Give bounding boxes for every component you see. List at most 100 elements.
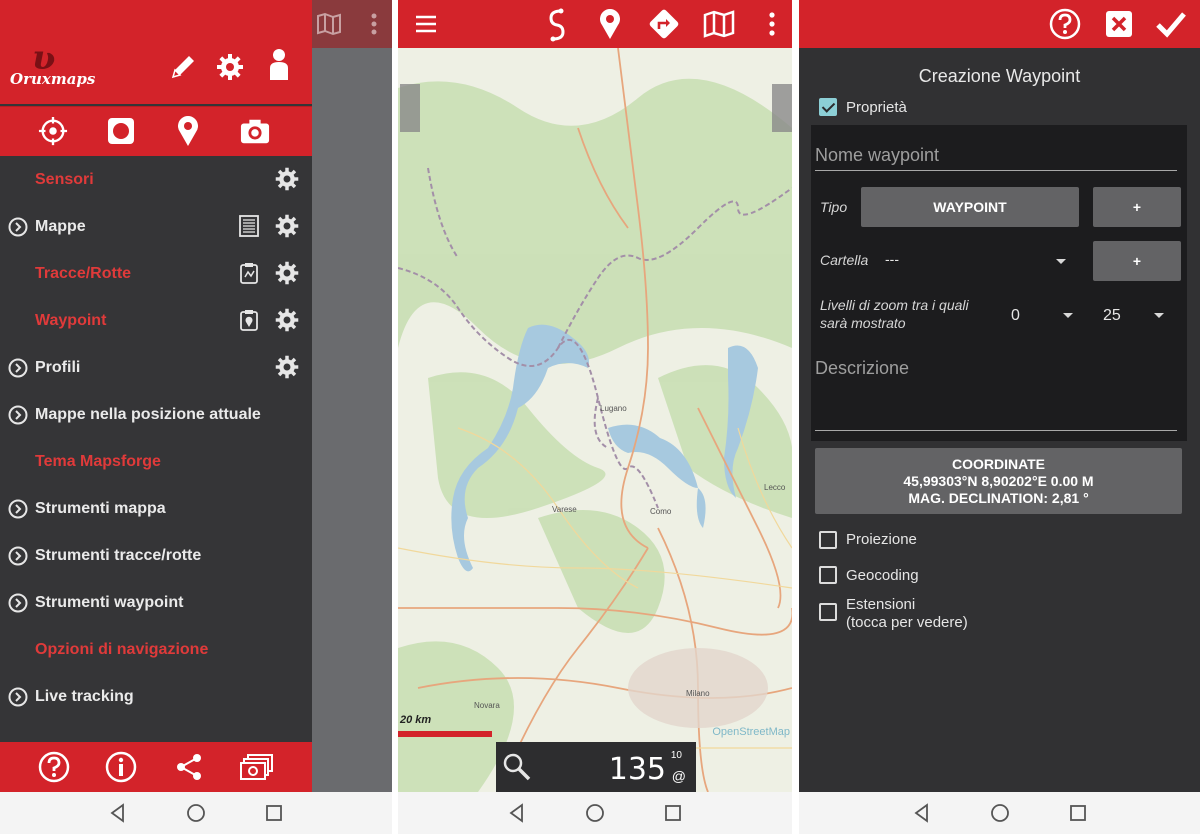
chevron-right-icon	[8, 546, 28, 566]
map-icon[interactable]	[703, 10, 735, 38]
pin-icon[interactable]	[173, 116, 203, 146]
right-edge-handle[interactable]	[772, 84, 792, 132]
menu-item-profili[interactable]: Profili	[0, 344, 312, 391]
menu-item-tema-mapsforge[interactable]: Tema Mapsforge	[0, 438, 312, 485]
left-edge-handle[interactable]	[400, 84, 420, 132]
menu-item-label: Live tracking	[35, 687, 134, 705]
proiezione-label: Proiezione	[846, 531, 917, 548]
chevron-down-icon	[1063, 313, 1073, 318]
home-icon[interactable]	[185, 802, 207, 824]
menu-item-label: Mappe	[35, 217, 86, 235]
recents-icon[interactable]	[662, 802, 684, 824]
crosshair-icon[interactable]	[38, 116, 68, 146]
menu-item-strumenti-waypoint[interactable]: Strumenti waypoint	[0, 579, 312, 626]
menu-item-waypoint[interactable]: Waypoint	[0, 297, 312, 344]
zoom-label-line2: sarà mostrato	[820, 315, 906, 331]
turn-icon[interactable]	[648, 8, 680, 40]
chevron-right-icon	[8, 593, 28, 613]
info-icon[interactable]	[105, 751, 137, 783]
zoom-max-select[interactable]: 25	[1103, 307, 1121, 325]
panel-waypoint-form: Creazione Waypoint Proprietà Nome waypoi…	[799, 0, 1200, 834]
menu-item-live-tracking[interactable]: Live tracking	[0, 673, 312, 720]
clipboard-pin-icon[interactable]	[238, 309, 260, 331]
home-icon[interactable]	[989, 802, 1011, 824]
back-icon[interactable]	[506, 802, 528, 824]
cartella-select[interactable]: ---	[885, 251, 899, 267]
menu-item-strumenti-tracce[interactable]: Strumenti tracce/rotte	[0, 532, 312, 579]
menu-item-label: Sensori	[35, 170, 94, 188]
menu-item-mappe[interactable]: Mappe	[0, 203, 312, 250]
android-navbar	[0, 792, 392, 834]
chevron-right-icon	[8, 217, 28, 237]
menu-item-label: Profili	[35, 358, 81, 376]
menu-item-mappe-posizione[interactable]: Mappe nella posizione attuale	[0, 391, 312, 438]
share-icon[interactable]	[173, 751, 205, 783]
menu-item-opzioni-navigazione[interactable]: Opzioni di navigazione	[0, 626, 312, 673]
add-tipo-button[interactable]: +	[1093, 187, 1181, 227]
list-icon[interactable]	[238, 215, 260, 237]
map-render: Milano Lugano Como Varese Lecco Novara	[398, 48, 792, 792]
user-icon[interactable]	[264, 49, 294, 80]
back-icon[interactable]	[911, 802, 933, 824]
help-icon[interactable]	[1049, 8, 1081, 40]
menu-item-strumenti-mappa[interactable]: Strumenti mappa	[0, 485, 312, 532]
estensioni-checkbox[interactable]	[819, 603, 837, 621]
gear-icon[interactable]	[274, 213, 300, 239]
gear-icon[interactable]	[274, 166, 300, 192]
gear-icon[interactable]	[274, 260, 300, 286]
properties-box: Nome waypoint Tipo WAYPOINT + Cartella -…	[811, 125, 1187, 441]
add-cartella-button[interactable]: +	[1093, 241, 1181, 281]
tipo-label: Tipo	[820, 199, 848, 215]
clipboard-icon[interactable]	[238, 262, 260, 284]
chevron-right-icon	[8, 499, 28, 519]
map-label-como: Como	[650, 507, 672, 516]
route-icon[interactable]	[546, 8, 568, 42]
drawer-header: ʋ Oruxmaps	[0, 0, 312, 104]
close-icon[interactable]	[1104, 9, 1134, 39]
name-field[interactable]: Nome waypoint	[815, 145, 939, 166]
menu-item-label: Opzioni di navigazione	[35, 640, 209, 658]
menu-item-label: Tracce/Rotte	[35, 264, 132, 282]
geocoding-label: Geocoding	[846, 567, 919, 584]
drawer-footer	[0, 742, 312, 792]
menu-item-sensori[interactable]: Sensori	[0, 156, 312, 203]
zoom-panel[interactable]: 135 10 @	[496, 742, 696, 792]
back-icon[interactable]	[107, 802, 129, 824]
proprieta-label: Proprietà	[846, 99, 907, 116]
map-label-varese: Varese	[552, 505, 577, 514]
money-icon[interactable]	[240, 752, 274, 782]
coord-value: 45,99303°N 8,90202°E 0.00 M	[903, 473, 1094, 489]
zoom-min-select[interactable]: 0	[1011, 307, 1020, 325]
coordinate-button[interactable]: COORDINATE 45,99303°N 8,90202°E 0.00 M M…	[815, 448, 1182, 514]
estensioni-label: Estensioni	[846, 596, 916, 613]
menu-item-tracce-rotte[interactable]: Tracce/Rotte	[0, 250, 312, 297]
pin-icon[interactable]	[598, 8, 622, 40]
map-attribution: OpenStreetMap	[712, 726, 790, 738]
home-icon[interactable]	[584, 802, 606, 824]
hamburger-menu-icon[interactable]	[414, 14, 438, 34]
estensioni-sublabel: (tocca per vedere)	[846, 614, 968, 631]
gear-icon[interactable]	[274, 354, 300, 380]
coord-title: COORDINATE	[951, 456, 1046, 472]
record-icon[interactable]	[106, 116, 136, 146]
recents-icon[interactable]	[263, 802, 285, 824]
check-icon[interactable]	[1155, 9, 1187, 39]
zoom-label-line1: Livelli di zoom tra i quali	[820, 297, 969, 313]
help-icon[interactable]	[38, 751, 70, 783]
pencil-icon[interactable]	[168, 52, 198, 82]
search-icon[interactable]	[502, 752, 532, 782]
camera-icon[interactable]	[240, 116, 270, 146]
form-title: Creazione Waypoint	[918, 66, 1081, 86]
overflow-menu-icon[interactable]	[768, 12, 776, 36]
map-view[interactable]: Milano Lugano Como Varese Lecco Novara 2…	[398, 48, 792, 792]
geocoding-checkbox[interactable]	[819, 566, 837, 584]
gear-icon[interactable]	[215, 52, 245, 82]
tipo-button[interactable]: WAYPOINT	[861, 187, 1079, 227]
gear-icon[interactable]	[274, 307, 300, 333]
proprieta-checkbox[interactable]	[819, 98, 837, 116]
descrizione-field[interactable]: Descrizione	[815, 358, 909, 379]
menu-item-label: Waypoint	[35, 311, 107, 329]
recents-icon[interactable]	[1067, 802, 1089, 824]
proiezione-checkbox[interactable]	[819, 531, 837, 549]
coord-declination: MAG. DECLINATION: 2,81 °	[908, 490, 1089, 506]
